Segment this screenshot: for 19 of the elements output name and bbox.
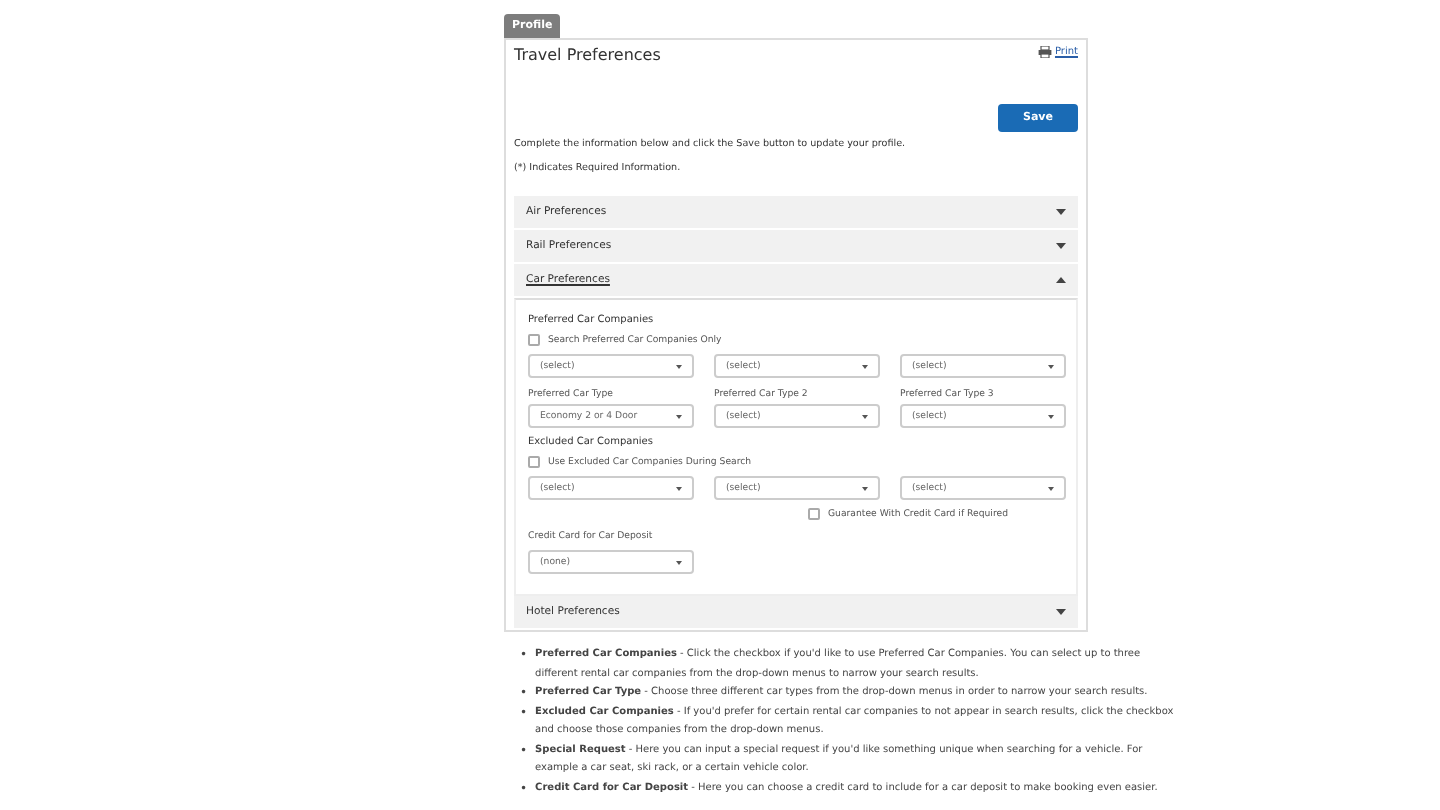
caret-icon xyxy=(862,485,868,491)
caret-icon xyxy=(862,363,868,369)
checkbox[interactable] xyxy=(528,456,540,468)
caret-icon xyxy=(1056,242,1066,250)
checkbox[interactable] xyxy=(528,334,540,346)
caret-icon xyxy=(1056,208,1066,216)
caret-icon xyxy=(1048,485,1054,491)
caret-icon xyxy=(676,559,682,565)
caret-icon xyxy=(676,363,682,369)
printer-icon xyxy=(1038,46,1053,58)
caret-icon xyxy=(1056,276,1066,284)
page-title: Travel Preferences xyxy=(514,46,661,64)
caret-icon xyxy=(676,413,682,419)
checkbox[interactable] xyxy=(808,508,820,520)
caret-icon xyxy=(1048,413,1054,419)
caret-icon xyxy=(676,485,682,491)
caret-icon xyxy=(1056,608,1066,616)
caret-icon xyxy=(862,413,868,419)
caret-icon xyxy=(1048,363,1054,369)
